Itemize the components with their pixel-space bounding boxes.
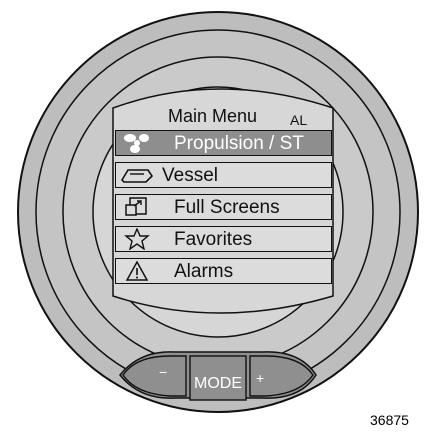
full-screen-icon xyxy=(125,197,147,216)
menu-item-propulsion[interactable]: Propulsion / ST xyxy=(115,130,332,156)
menu-item-label: Full Screens xyxy=(174,197,280,218)
menu-item-vessel[interactable]: Vessel xyxy=(115,162,332,188)
menu-header: Main Menu AL xyxy=(113,96,335,128)
boat-icon xyxy=(120,169,154,183)
minus-label: − xyxy=(159,364,168,380)
menu-title: Main Menu xyxy=(168,106,258,126)
menu-item-label: Alarms xyxy=(174,261,234,282)
menu-badge: AL xyxy=(290,112,308,128)
mode-label: MODE xyxy=(194,375,242,392)
star-icon xyxy=(124,228,150,250)
menu-item-full-screens[interactable]: Full Screens xyxy=(115,194,332,220)
plus-label: + xyxy=(256,370,265,386)
plus-button[interactable]: + xyxy=(250,356,313,396)
minus-button[interactable]: − xyxy=(123,356,186,396)
warning-icon xyxy=(125,260,149,281)
propeller-icon xyxy=(124,134,149,153)
menu-item-label: Propulsion / ST xyxy=(174,133,304,154)
figure-number: 36875 xyxy=(370,412,409,428)
display-screen: Main Menu AL Propulsion / ST Vessel Full… xyxy=(113,96,335,302)
menu-item-favorites[interactable]: Favorites xyxy=(115,226,332,252)
mode-button[interactable]: MODE xyxy=(190,356,246,400)
menu-item-label: Vessel xyxy=(162,165,218,186)
menu-item-alarms[interactable]: Alarms xyxy=(115,258,332,284)
menu-item-label: Favorites xyxy=(174,229,253,250)
